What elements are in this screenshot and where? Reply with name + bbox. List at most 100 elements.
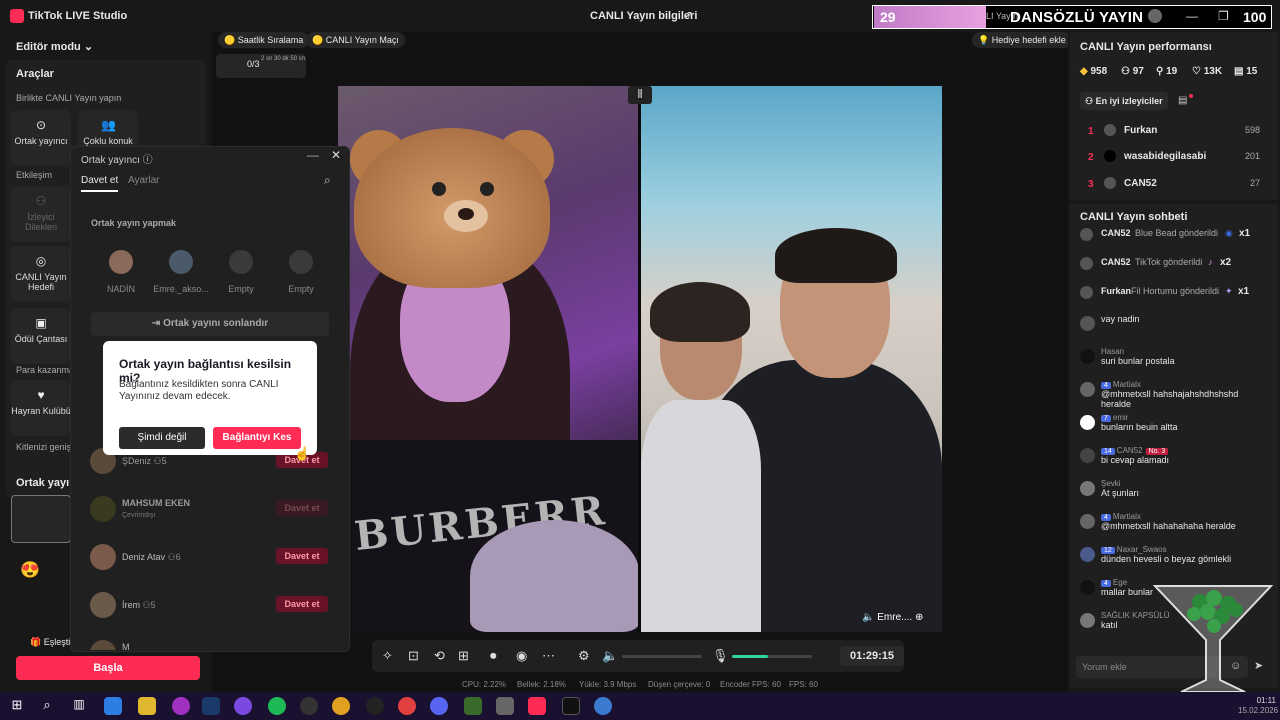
search-icon[interactable]: ⌕ xyxy=(324,173,331,188)
obs-icon[interactable] xyxy=(366,697,384,715)
minimize-icon[interactable]: — xyxy=(1186,9,1198,23)
steam-icon[interactable] xyxy=(202,697,220,715)
avatar xyxy=(90,544,116,570)
tab-settings[interactable]: Ayarlar xyxy=(128,175,160,186)
screen-share-icon[interactable]: ⊡ xyxy=(408,648,419,664)
avatar xyxy=(1080,481,1095,496)
copilot-icon[interactable] xyxy=(104,697,122,715)
app-icon[interactable] xyxy=(398,697,416,715)
discord-icon[interactable] xyxy=(430,697,448,715)
invite-button[interactable]: Davet et xyxy=(276,548,328,564)
spotify-icon[interactable] xyxy=(268,697,286,715)
gift-goal-chip[interactable]: 💡 Hediye hedefi ekle xyxy=(972,32,1072,48)
disconnect-button[interactable]: Bağlantıyı Kes xyxy=(213,427,301,449)
tool-live-goal[interactable]: ◎ CANLI Yayın Hedefi xyxy=(11,246,71,302)
minimize-icon[interactable]: — xyxy=(307,148,319,162)
invite-button[interactable]: Davet et xyxy=(276,596,328,612)
file-explorer-icon[interactable] xyxy=(138,697,156,715)
tool-cohost[interactable]: ⊙ Ortak yayıncı xyxy=(11,110,71,166)
windows-start-icon[interactable]: ⊞ xyxy=(8,697,26,715)
chat-message[interactable]: Şevki At şunları xyxy=(1080,479,1270,512)
together-label: Birlikte CANLI Yayın yapın xyxy=(16,93,122,103)
chat-username[interactable]: Hasan xyxy=(1101,347,1124,356)
avatar xyxy=(1080,257,1093,270)
chat-username[interactable]: Martialx xyxy=(1113,380,1141,389)
tool-viewer-wishes[interactable]: ⚇ İzleyici Dilekleri xyxy=(11,186,71,242)
cohost-slot[interactable]: Empty xyxy=(221,250,261,294)
chat-message[interactable]: 4 Martialx @mhmetxsll hahshajahshdhshshd h… xyxy=(1080,380,1270,413)
app-icon[interactable] xyxy=(300,697,318,715)
chat-message[interactable]: Hasan suri bunlar postala xyxy=(1080,347,1270,380)
chat-username[interactable]: Şevki xyxy=(1101,479,1121,488)
chat-message[interactable]: 7 emir bunların beuin altta xyxy=(1080,413,1270,446)
maximize-icon[interactable]: ❐ xyxy=(1218,9,1229,23)
system-clock[interactable]: 01:11 15.02.2026 xyxy=(1238,696,1278,716)
task-view-icon[interactable]: ▥ xyxy=(70,697,88,715)
chat-message-header: 14 CAN52 No. 3 xyxy=(1101,446,1270,455)
rank-row[interactable]: 1 Furkan 598 xyxy=(1088,124,1260,137)
list-item: İrem ⚇5 Davet et xyxy=(90,588,330,624)
editor-mode-dropdown[interactable]: Editör modu ⌄ xyxy=(16,40,93,53)
hourly-ranking-chip[interactable]: 🟡 Saatlik Sıralama xyxy=(218,32,310,48)
cancel-button[interactable]: Şimdi değil xyxy=(119,427,205,449)
chat-username[interactable]: Martialx xyxy=(1113,512,1141,521)
chat-username[interactable]: CAN52 xyxy=(1117,446,1143,455)
add-source-icon[interactable]: ⊞ xyxy=(458,648,469,664)
app-icon[interactable] xyxy=(234,697,252,715)
close-icon[interactable]: ✕ xyxy=(331,148,341,162)
chat-message[interactable]: 4 Martialx @mhmetxsll hahahahaha heralde xyxy=(1080,512,1270,545)
tab-invite[interactable]: Davet et xyxy=(81,175,119,192)
tiktok-icon[interactable] xyxy=(562,697,580,715)
layout-toggle-icon[interactable]: ⫼ xyxy=(628,86,652,104)
rank-row[interactable]: 3 CAN52 27 xyxy=(1088,177,1260,190)
cohost-video-label[interactable]: 🔈 Emre.... ⊕ xyxy=(862,612,923,623)
chat-message[interactable]: 14 CAN52 No. 3 bi cevap alamadı xyxy=(1080,446,1270,479)
match-label[interactable]: 🎁 Eşleştir xyxy=(30,637,73,648)
invite-button[interactable]: Davet et xyxy=(276,500,328,516)
search-icon[interactable]: ⌕ xyxy=(38,697,56,715)
rank-row[interactable]: 2 wasabidegilasabi 201 xyxy=(1088,150,1260,163)
camera-icon[interactable]: ◉ xyxy=(516,648,527,664)
speaker-icon[interactable]: 🔈 xyxy=(602,648,618,664)
share-icon[interactable]: ↗ xyxy=(683,8,693,22)
start-button[interactable]: Başla xyxy=(16,656,200,680)
filter-icon[interactable]: ⟲ xyxy=(434,648,445,664)
app-icon[interactable] xyxy=(496,697,514,715)
tiktok-live-studio-icon[interactable] xyxy=(528,697,546,715)
chat-username[interactable]: emir xyxy=(1113,413,1129,422)
end-cohost-button[interactable]: ⇥ Ortak yayını sonlandır xyxy=(91,312,329,336)
heart-icon: ♡ xyxy=(1192,66,1201,77)
app-icon[interactable] xyxy=(172,697,190,715)
record-icon[interactable]: ⏺ xyxy=(490,648,497,664)
cohost-card[interactable] xyxy=(11,495,71,543)
stat-memory: Bellek: 2.18% xyxy=(517,680,566,689)
cohost-slot[interactable]: Emre._akso... xyxy=(152,250,210,294)
mic-icon[interactable]: 🎙 xyxy=(712,648,729,664)
confirm-body: Bağlantınız kesildikten sonra CANLI Yayı… xyxy=(119,379,279,402)
top-viewers-tab[interactable]: ⚇ En iyi izleyiciler xyxy=(1080,92,1168,110)
settings-sliders-icon[interactable]: ⚙ xyxy=(578,648,590,664)
effects-icon[interactable]: ✧ xyxy=(382,648,393,664)
tool-reward-bag[interactable]: ▣ Ödül Çantası xyxy=(11,308,71,364)
app-icon[interactable] xyxy=(594,697,612,715)
live-match-chip[interactable]: 🟡 CANLI Yayın Maçı xyxy=(306,32,405,48)
chat-message[interactable]: 12 Naxar_Swaos dünden hevesli o beyaz göml… xyxy=(1080,545,1270,578)
chat-message-header: Şevki xyxy=(1101,479,1270,488)
chat-username[interactable]: Ege xyxy=(1113,578,1127,587)
more-icon[interactable]: ⋯ xyxy=(542,648,555,664)
cohost-slot[interactable]: Empty xyxy=(281,250,321,294)
chat-message[interactable]: vay nadin xyxy=(1080,314,1270,347)
avatar xyxy=(1080,349,1095,364)
volume-slider[interactable] xyxy=(622,655,702,658)
mic-slider[interactable] xyxy=(732,655,812,658)
cohost-slot[interactable]: NADİN xyxy=(101,250,141,294)
list-icon[interactable]: ▤ xyxy=(1178,95,1187,106)
tiktok-logo-icon xyxy=(10,9,24,23)
tool-fan-club[interactable]: ♥ Hayran Kulübü xyxy=(11,380,71,436)
chrome-icon[interactable] xyxy=(332,697,350,715)
video-divider[interactable] xyxy=(638,86,641,632)
tiktok-gift-icon: ♪ xyxy=(1208,257,1213,267)
chat-username[interactable]: Naxar_Swaos xyxy=(1117,545,1167,554)
app-icon[interactable] xyxy=(464,697,482,715)
window-title[interactable]: CANLI Yayın bilgileri xyxy=(590,10,697,22)
